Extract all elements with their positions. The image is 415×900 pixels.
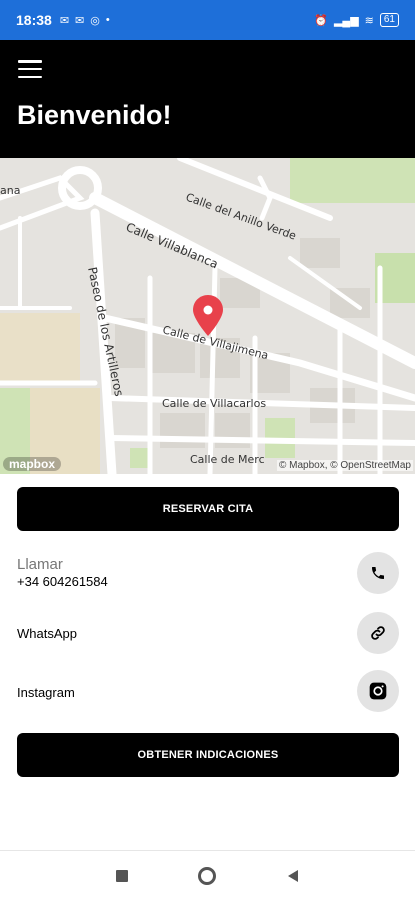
map-view[interactable]: ana Calle del Anillo Verde Calle Villabl… [0, 158, 415, 474]
back-triangle-icon [288, 870, 298, 882]
map-attribution[interactable]: © Mapbox, © OpenStreetMap [276, 460, 413, 471]
phone-number: +34 604261584 [17, 574, 108, 589]
home-button[interactable] [196, 865, 218, 887]
sync-icon: ◎ [90, 14, 100, 27]
mail-icon: ✉ [59, 14, 70, 27]
street-label: Calle de Villacarlos [162, 397, 266, 410]
call-row: Llamar +34 604261584 [17, 552, 399, 596]
instagram-icon [369, 682, 387, 700]
wifi-icon: ≋ [364, 14, 374, 27]
mapbox-logo: mapbox [3, 457, 62, 471]
alarm-icon: ⏰ [314, 14, 328, 27]
call-button[interactable] [357, 552, 399, 594]
battery-icon: 61 [379, 13, 399, 27]
status-bar: 18:38 ✉ ✉ ◎ • ⏰ ▂▄▆ ≋ 61 [0, 0, 415, 40]
square-icon [116, 870, 128, 882]
map-graphic: ana Calle del Anillo Verde Calle Villabl… [0, 158, 415, 474]
system-nav-bar [0, 850, 415, 900]
instagram-button[interactable] [357, 670, 399, 712]
recent-apps-button[interactable] [111, 865, 133, 887]
mail-icon: ✉ [75, 14, 85, 27]
reserve-appointment-button[interactable]: RESERVAR CITA [17, 487, 399, 531]
link-icon [371, 626, 385, 640]
call-title: Llamar [17, 556, 63, 573]
get-directions-button[interactable]: OBTENER INDICACIONES [17, 733, 399, 777]
system-icons: ⏰ ▂▄▆ ≋ 61 [314, 13, 399, 27]
status-time: 18:38 [16, 12, 52, 28]
notification-icons: ✉ ✉ ◎ • [60, 14, 110, 27]
signal-icon: ▂▄▆ [333, 14, 359, 27]
phone-icon [372, 567, 384, 579]
app-header: Bienvenido! [0, 40, 415, 158]
street-label: Calle de Merc [190, 453, 265, 466]
menu-icon[interactable] [18, 60, 42, 78]
whatsapp-link-button[interactable] [357, 612, 399, 654]
circle-icon [198, 867, 216, 885]
instagram-label: Instagram [17, 685, 75, 700]
street-label: Calle Villablanca [124, 220, 220, 271]
page-title: Bienvenido! [17, 100, 172, 130]
instagram-row: Instagram [17, 670, 399, 714]
street-label: ana [0, 184, 20, 197]
dot-icon: • [105, 14, 110, 26]
back-button[interactable] [282, 865, 304, 887]
whatsapp-label: WhatsApp [17, 626, 77, 641]
location-marker-icon[interactable] [193, 295, 223, 336]
whatsapp-row: WhatsApp [17, 612, 399, 656]
